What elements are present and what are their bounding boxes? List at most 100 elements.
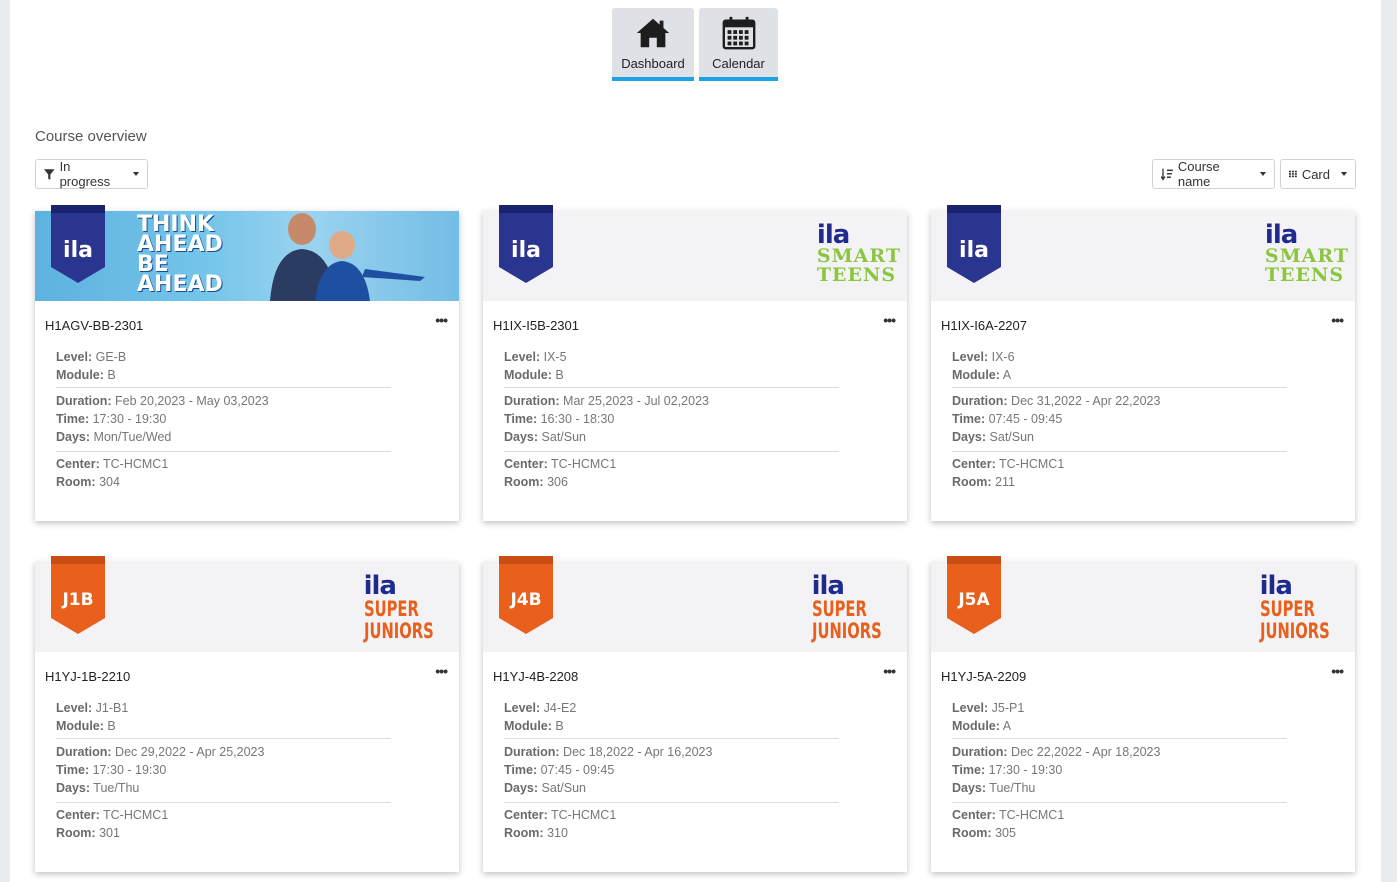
info-room: Room: 305 [952,826,1016,840]
course-code[interactable]: H1IX-I5B-2301 [493,318,579,333]
course-card[interactable]: ila SUPER JUNIORS J4B H1YJ-4B-2208 ••• Le… [483,556,907,872]
brand-logo: ila SUPER JUNIORS [1259,571,1330,643]
info-level: Level: J1-B1 [56,701,129,715]
info-level: Level: IX-6 [952,350,1015,364]
sort-alpha-icon [1161,168,1173,181]
course-code[interactable]: H1AGV-BB-2301 [45,318,143,333]
divider [504,451,839,452]
info-days: Days: Sat/Sun [504,430,587,444]
info-module: Module: B [504,719,564,733]
divider [56,451,391,452]
divider [56,738,391,739]
level-badge-ribbon: J1B [51,556,105,634]
more-options-icon[interactable]: ••• [435,312,448,328]
info-center: Center: TC-HCMC1 [952,808,1065,822]
divider [504,802,839,803]
info-level: Level: IX-5 [504,350,567,364]
divider [504,738,839,739]
more-options-icon[interactable]: ••• [883,312,896,328]
info-duration: Duration: Dec 29,2022 - Apr 25,2023 [56,745,265,759]
view-label: Card [1301,166,1330,182]
status-filter-label: In progress [59,159,111,189]
ribbon-text: ila [511,238,541,263]
ribbon-text: J5A [957,590,990,610]
ribbon-text: J4B [509,590,541,610]
ribbon-text: ila [63,238,93,263]
chevron-down-icon [133,172,139,176]
course-card[interactable]: ila SMART TEENS ila H1IX-I6A-2207 ••• Lev… [931,205,1355,521]
banner-people-image [270,213,425,301]
info-time: Time: 17:30 - 19:30 [56,412,167,426]
brand-logo: ila SUPER JUNIORS [811,571,882,643]
info-room: Room: 310 [504,826,568,840]
ila-badge-ribbon: ila [947,205,1001,283]
divider [56,387,391,388]
course-card[interactable]: ila SUPER JUNIORS J1B H1YJ-1B-2210 ••• Le… [35,556,459,872]
home-icon [636,18,670,48]
info-duration: Duration: Dec 31,2022 - Apr 22,2023 [952,394,1161,408]
course-code[interactable]: H1YJ-1B-2210 [45,669,130,684]
info-level: Level: GE-B [56,350,127,364]
course-code[interactable]: H1IX-I6A-2207 [941,318,1027,333]
info-room: Room: 304 [56,475,120,489]
info-days: Days: Sat/Sun [504,781,587,795]
course-code[interactable]: H1YJ-5A-2209 [941,669,1026,684]
info-days: Days: Tue/Thu [952,781,1036,795]
course-card[interactable]: ila SUPER JUNIORS J5A H1YJ-5A-2209 ••• Le… [931,556,1355,872]
dashboard-button[interactable]: Dashboard [612,8,694,81]
more-options-icon[interactable]: ••• [883,663,896,679]
sort-label: Course name [1177,159,1220,189]
chevron-down-icon [1260,172,1266,176]
ribbon-text: J1B [61,590,93,610]
info-time: Time: 16:30 - 18:30 [504,412,615,426]
top-nav: Dashboard Calendar [612,8,778,81]
more-options-icon[interactable]: ••• [1331,663,1344,679]
divider [952,387,1287,388]
more-options-icon[interactable]: ••• [1331,312,1344,328]
info-center: Center: TC-HCMC1 [952,457,1065,471]
brand-logo: ila SMART TEENS [1264,220,1349,286]
calendar-icon [722,16,755,50]
info-center: Center: TC-HCMC1 [504,808,617,822]
page: Dashboard Calendar Course overview In pr… [10,0,1381,882]
chevron-down-icon [1341,172,1347,176]
info-duration: Duration: Dec 22,2022 - Apr 18,2023 [952,745,1161,759]
course-code[interactable]: H1YJ-4B-2208 [493,669,578,684]
info-days: Days: Mon/Tue/Wed [56,430,172,444]
info-days: Days: Sat/Sun [952,430,1035,444]
section-title: Course overview [35,128,147,145]
info-time: Time: 17:30 - 19:30 [56,763,167,777]
divider [952,451,1287,452]
info-duration: Duration: Dec 18,2022 - Apr 16,2023 [504,745,713,759]
info-level: Level: J4-E2 [504,701,577,715]
ila-badge-ribbon: ila [499,205,553,283]
info-time: Time: 17:30 - 19:30 [952,763,1063,777]
sort-dropdown[interactable]: Course name [1152,159,1275,189]
info-center: Center: TC-HCMC1 [56,808,169,822]
course-card[interactable]: ila SMART TEENS ila H1IX-I5B-2301 ••• Lev… [483,205,907,521]
info-room: Room: 306 [504,475,568,489]
info-center: Center: TC-HCMC1 [504,457,617,471]
info-room: Room: 211 [952,475,1015,489]
calendar-label: Calendar [712,56,765,71]
info-module: Module: A [952,368,1012,382]
info-days: Days: Tue/Thu [56,781,140,795]
calendar-button[interactable]: Calendar [699,8,778,81]
info-time: Time: 07:45 - 09:45 [952,412,1063,426]
brand-logo: ila SMART TEENS [816,220,901,286]
info-duration: Duration: Feb 20,2023 - May 03,2023 [56,394,269,408]
divider [504,387,839,388]
info-center: Center: TC-HCMC1 [56,457,169,471]
info-duration: Duration: Mar 25,2023 - Jul 02,2023 [504,394,709,408]
more-options-icon[interactable]: ••• [435,663,448,679]
info-time: Time: 07:45 - 09:45 [504,763,615,777]
status-filter-dropdown[interactable]: In progress [35,159,148,189]
banner-slogan: THINK AHEAD BE AHEAD [137,212,223,297]
grid-icon [1289,170,1297,178]
info-module: Module: B [56,719,116,733]
brand-logo: ila SUPER JUNIORS [363,571,434,643]
info-module: Module: B [56,368,116,382]
view-mode-dropdown[interactable]: Card [1280,159,1356,189]
course-card[interactable]: THINK AHEAD BE AHEAD ila H1AGV-BB-2301 •… [35,205,459,521]
info-module: Module: A [952,719,1012,733]
